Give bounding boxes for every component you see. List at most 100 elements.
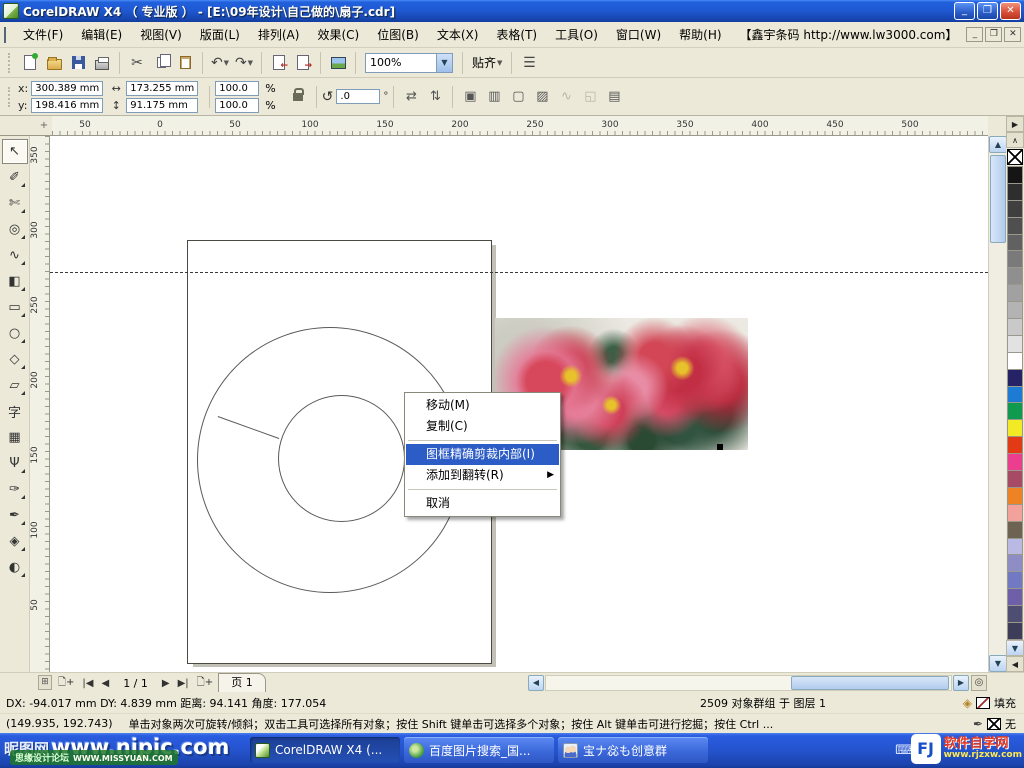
color-swatch-1[interactable] bbox=[1007, 183, 1023, 201]
paste-button[interactable] bbox=[173, 51, 197, 75]
color-swatch-22[interactable] bbox=[1007, 538, 1023, 556]
import-button[interactable]: ← bbox=[267, 51, 291, 75]
menu-item-8[interactable]: 表格(T) bbox=[487, 25, 546, 45]
scale-h-field[interactable]: 100.0 bbox=[215, 80, 260, 96]
ungroup-button[interactable]: ▢ bbox=[506, 85, 530, 109]
scroll-up-button[interactable]: ▲ bbox=[989, 136, 1007, 153]
color-swatch-27[interactable] bbox=[1007, 623, 1023, 640]
selection-handle[interactable] bbox=[717, 444, 723, 450]
color-swatch-11[interactable] bbox=[1007, 352, 1023, 370]
options-button[interactable]: ☰ bbox=[517, 51, 541, 75]
undo-dropdown-arrow-icon[interactable]: ▼ bbox=[224, 59, 229, 67]
interactive-fill-tool[interactable]: ◐ bbox=[2, 555, 28, 580]
interactive-blend-tool[interactable]: Ψ bbox=[2, 451, 28, 476]
snap-to-dropdown[interactable]: 贴齐 ▼ bbox=[468, 52, 506, 74]
scroll-left-button[interactable]: ◀ bbox=[528, 675, 544, 691]
polygon-tool[interactable]: ◇ bbox=[2, 347, 28, 372]
color-swatch-24[interactable] bbox=[1007, 572, 1023, 590]
previous-page-button[interactable]: ◀ bbox=[99, 678, 111, 689]
shape-tool[interactable]: ✐ bbox=[2, 165, 28, 190]
color-swatch-12[interactable] bbox=[1007, 369, 1023, 387]
page-tab[interactable]: 页 1 bbox=[218, 673, 266, 692]
color-swatch-9[interactable] bbox=[1007, 319, 1023, 336]
color-swatch-4[interactable] bbox=[1007, 234, 1023, 252]
color-swatch-26[interactable] bbox=[1007, 606, 1023, 624]
export-button[interactable]: → bbox=[291, 51, 315, 75]
vertical-ruler[interactable]: 350 300 250 200 150 100 50 bbox=[30, 136, 50, 672]
text-tool[interactable]: 字 bbox=[2, 399, 28, 424]
property-bar-grip[interactable] bbox=[8, 86, 12, 107]
group-button[interactable]: ▥ bbox=[482, 85, 506, 109]
maximize-button[interactable]: ❐ bbox=[977, 2, 998, 20]
combine-button[interactable]: ▣ bbox=[458, 85, 482, 109]
first-page-button[interactable]: |◀ bbox=[80, 678, 95, 689]
inner-circle-shape[interactable] bbox=[278, 395, 405, 522]
menu-item-11[interactable]: 帮助(H) bbox=[670, 25, 730, 45]
scale-v-field[interactable]: 100.0 bbox=[215, 97, 260, 113]
color-swatch-20[interactable] bbox=[1007, 504, 1023, 522]
zoom-dropdown-arrow-icon[interactable]: ▼ bbox=[436, 53, 452, 72]
undo-button[interactable]: ↶ ▼ bbox=[208, 51, 232, 75]
color-swatch-21[interactable] bbox=[1007, 521, 1023, 539]
color-swatch-17[interactable] bbox=[1007, 454, 1023, 472]
menu-item-0[interactable]: 文件(F) bbox=[14, 25, 72, 45]
menu-item-12[interactable]: 【鑫宇条码 http://www.lw3000.com】 bbox=[731, 25, 967, 45]
next-page-button[interactable]: ▶ bbox=[160, 678, 172, 689]
menu-item-9[interactable]: 工具(O) bbox=[546, 25, 607, 45]
x-position-field[interactable]: 300.389 mm bbox=[31, 80, 104, 96]
doc-minimize-button[interactable]: _ bbox=[966, 27, 984, 42]
palette-scroll-up-button[interactable]: ∧ bbox=[1006, 132, 1024, 148]
scroll-right-button[interactable]: ▶ bbox=[953, 675, 969, 691]
add-page-before-button[interactable]: 🗋+ bbox=[56, 675, 76, 692]
save-button[interactable] bbox=[66, 51, 90, 75]
color-swatch-10[interactable] bbox=[1007, 335, 1023, 353]
color-swatch-0[interactable] bbox=[1007, 166, 1023, 184]
object-height-field[interactable]: 91.175 mm bbox=[126, 97, 199, 113]
basic-shapes-tool[interactable]: ▱ bbox=[2, 373, 28, 398]
color-swatch-25[interactable] bbox=[1007, 589, 1023, 607]
new-button[interactable] bbox=[18, 51, 42, 75]
copy-button[interactable] bbox=[149, 51, 173, 75]
redo-dropdown-arrow-icon[interactable]: ▼ bbox=[248, 59, 253, 67]
units-corner-button[interactable]: ⊞ bbox=[38, 675, 52, 690]
add-page-after-button[interactable]: 🗋+ bbox=[195, 675, 215, 692]
horizontal-scroll-thumb[interactable] bbox=[791, 676, 949, 690]
color-swatch-3[interactable] bbox=[1007, 217, 1023, 235]
taskbar-button-1[interactable]: 百度图片搜索_国... bbox=[404, 737, 554, 763]
redo-button[interactable]: ↷ ▼ bbox=[232, 51, 256, 75]
cut-button[interactable]: ✂ bbox=[125, 51, 149, 75]
toolbar-grip[interactable] bbox=[8, 52, 12, 73]
lock-ratio-icon[interactable] bbox=[292, 87, 304, 101]
menu-item-2[interactable]: 视图(V) bbox=[131, 25, 191, 45]
menu-item-1[interactable]: 编辑(E) bbox=[72, 25, 131, 45]
context-menu-item-0[interactable]: 移动(M) bbox=[406, 395, 559, 416]
freehand-tool[interactable]: ∿ bbox=[2, 243, 28, 268]
context-menu-item-6[interactable]: 取消 bbox=[406, 493, 559, 514]
smart-fill-tool[interactable]: ◧ bbox=[2, 269, 28, 294]
color-swatch-8[interactable] bbox=[1007, 302, 1023, 320]
horizontal-ruler[interactable]: 50 0 50 100 150 200 250 300 350 400 450 500 bbox=[52, 116, 988, 136]
menu-item-6[interactable]: 位图(B) bbox=[368, 25, 428, 45]
last-page-button[interactable]: ▶| bbox=[176, 678, 191, 689]
zoom-level-combo[interactable]: 100% ▼ bbox=[365, 52, 453, 73]
ruler-origin-button[interactable]: + bbox=[38, 120, 50, 132]
rotation-angle-field[interactable]: .0 bbox=[336, 89, 381, 104]
menu-item-4[interactable]: 排列(A) bbox=[249, 25, 309, 45]
guideline[interactable] bbox=[50, 272, 988, 273]
color-swatch-18[interactable] bbox=[1007, 471, 1023, 488]
palette-expand-button[interactable]: ◀ bbox=[1006, 656, 1024, 672]
menu-item-5[interactable]: 效果(C) bbox=[308, 25, 368, 45]
palette-scroll-down-button[interactable]: ▼ bbox=[1006, 640, 1024, 656]
table-tool[interactable]: ▦ bbox=[2, 425, 28, 450]
fill-tool[interactable]: ◈ bbox=[2, 529, 28, 554]
y-position-field[interactable]: 198.416 mm bbox=[31, 97, 104, 113]
print-button[interactable] bbox=[90, 51, 114, 75]
crop-tool[interactable]: ✄ bbox=[2, 191, 28, 216]
color-swatch-7[interactable] bbox=[1007, 285, 1023, 303]
quick-customize-button[interactable]: ▤ bbox=[602, 85, 626, 109]
color-swatch-16[interactable] bbox=[1007, 437, 1023, 455]
mirror-vertical-button[interactable]: ⇅ bbox=[423, 85, 447, 109]
color-swatch-5[interactable] bbox=[1007, 251, 1023, 269]
menu-item-3[interactable]: 版面(L) bbox=[191, 25, 249, 45]
menu-item-10[interactable]: 窗口(W) bbox=[607, 25, 670, 45]
